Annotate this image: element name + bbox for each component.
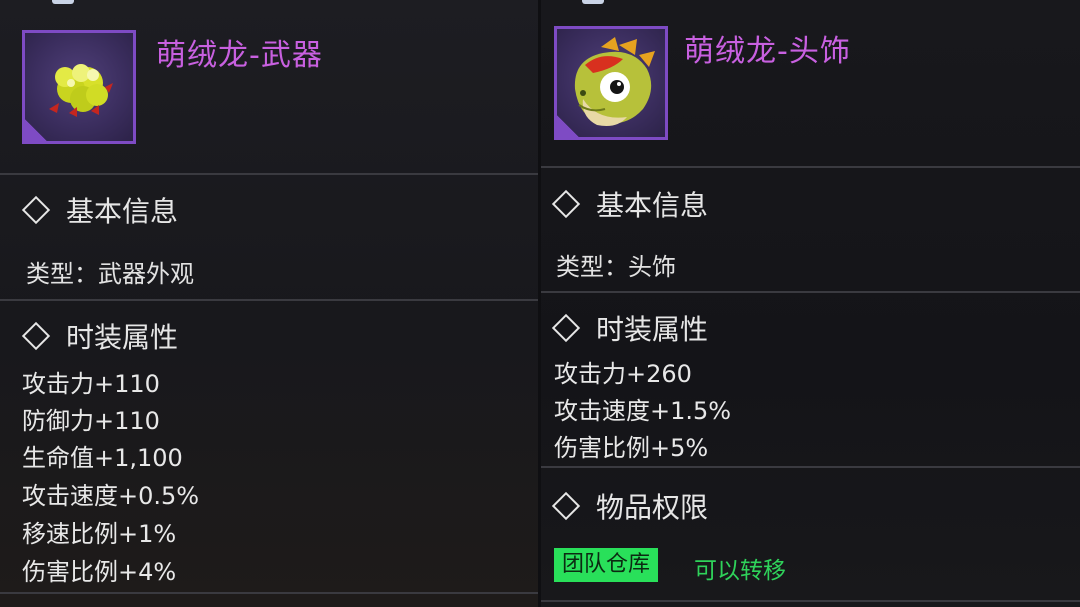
- stat-line: 移速比例+1%: [22, 520, 177, 548]
- basic-info-header: 基本信息: [20, 190, 178, 230]
- dragon-head-icon: [574, 37, 655, 126]
- item-type-line: 类型：头饰: [556, 253, 676, 281]
- stat-line: 攻击力+110: [22, 370, 160, 398]
- divider: [540, 291, 1080, 293]
- panel-seam: [538, 0, 541, 607]
- screenshot-stage: 萌绒龙-武器 基本信息 类型：武器外观 时装属性 攻击力+110 防御力+110…: [0, 0, 1080, 607]
- costume-attr-header: 时装属性: [550, 308, 708, 348]
- stat-line: 攻击速度+0.5%: [22, 482, 200, 510]
- item-title: 萌绒龙-头饰: [684, 34, 851, 69]
- item-type-line: 类型：武器外观: [26, 260, 194, 288]
- diamond-bullet-icon: [551, 189, 581, 219]
- yellow-weapon-blob-icon: [49, 64, 113, 117]
- divider: [0, 299, 540, 301]
- top-tab-marker: [582, 0, 604, 4]
- stat-line: 防御力+110: [22, 407, 160, 435]
- top-tab-marker: [52, 0, 74, 4]
- divider: [540, 166, 1080, 168]
- item-icon-frame[interactable]: [554, 26, 668, 140]
- divider: [540, 600, 1080, 602]
- item-title: 萌绒龙-武器: [156, 38, 323, 73]
- divider: [0, 173, 540, 175]
- transferable-text: 可以转移: [694, 558, 786, 584]
- stat-line: 攻击力+260: [554, 360, 692, 388]
- stat-line: 伤害比例+4%: [22, 558, 177, 586]
- costume-attr-label: 时装属性: [66, 321, 179, 354]
- item-permission-label: 物品权限: [596, 491, 709, 524]
- item-icon-frame[interactable]: [22, 30, 136, 144]
- diamond-bullet-icon: [551, 491, 581, 521]
- basic-info-label: 基本信息: [596, 189, 709, 222]
- team-warehouse-badge: 团队仓库: [554, 548, 659, 582]
- left-item-card: 萌绒龙-武器 基本信息 类型：武器外观 时装属性 攻击力+110 防御力+110…: [0, 0, 540, 607]
- costume-attr-header: 时装属性: [20, 316, 178, 356]
- diamond-bullet-icon: [21, 321, 51, 351]
- stat-line: 攻击速度+1.5%: [554, 397, 732, 425]
- diamond-bullet-icon: [21, 195, 51, 225]
- divider: [0, 592, 540, 594]
- stat-line: 生命值+1,100: [22, 444, 183, 472]
- item-permission-header: 物品权限: [550, 486, 708, 526]
- stat-line: 伤害比例+5%: [554, 434, 709, 462]
- costume-attr-label: 时装属性: [596, 313, 709, 346]
- basic-info-header: 基本信息: [550, 184, 708, 224]
- right-item-card: 萌绒龙-头饰 基本信息 类型：头饰 时装属性 攻击力+260 攻击速度+1.5%…: [540, 0, 1080, 607]
- diamond-bullet-icon: [551, 313, 581, 343]
- divider: [540, 466, 1080, 468]
- basic-info-label: 基本信息: [66, 195, 179, 228]
